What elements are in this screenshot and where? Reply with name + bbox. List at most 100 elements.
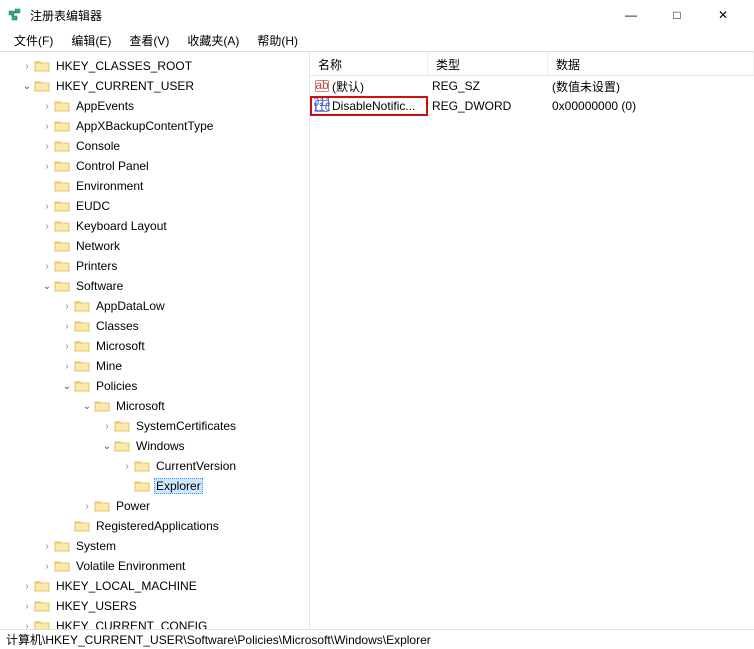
tree-item-eudc[interactable]: › EUDC [0, 196, 309, 216]
tree-item-software[interactable]: ⌄Software [0, 276, 309, 296]
tree-item-hklm[interactable]: ›HKEY_LOCAL_MACHINE [0, 576, 309, 596]
value-name-cell: ab(默认) [310, 78, 428, 95]
tree-item-environment[interactable]: Environment [0, 176, 309, 196]
value-name: (默认) [332, 78, 364, 95]
chevron-down-icon[interactable]: ⌄ [20, 81, 34, 92]
tree-item-appdatalow[interactable]: ›AppDataLow [0, 296, 309, 316]
tree-item-label: Classes [94, 318, 141, 334]
folder-icon [134, 459, 150, 473]
tree-item-classes[interactable]: › Classes [0, 316, 309, 336]
chevron-right-icon[interactable]: › [60, 361, 74, 372]
chevron-down-icon[interactable]: ⌄ [80, 401, 94, 412]
tree-item-keyboard[interactable]: ›Keyboard Layout [0, 216, 309, 236]
tree-item-label: EUDC [74, 198, 112, 214]
tree-item-label: RegisteredApplications [94, 518, 221, 534]
folder-icon [74, 339, 90, 353]
tree-item-microsoft[interactable]: ›Microsoft [0, 336, 309, 356]
tree-item-label: Environment [74, 178, 145, 194]
chevron-right-icon[interactable]: › [40, 221, 54, 232]
chevron-right-icon[interactable]: › [40, 161, 54, 172]
chevron-right-icon[interactable]: › [100, 421, 114, 432]
tree-item-hku[interactable]: ›HKEY_USERS [0, 596, 309, 616]
folder-icon [74, 299, 90, 313]
chevron-right-icon[interactable]: › [20, 621, 34, 630]
column-type[interactable]: 类型 [428, 52, 548, 75]
chevron-right-icon[interactable]: › [20, 601, 34, 612]
chevron-right-icon[interactable]: › [60, 341, 74, 352]
window-title: 注册表编辑器 [30, 7, 608, 24]
folder-icon [94, 499, 110, 513]
tree-item-hkcr[interactable]: › HKEY_CLASSES_ROOT [0, 56, 309, 76]
folder-icon [74, 319, 90, 333]
tree-item-controlpanel[interactable]: › Control Panel [0, 156, 309, 176]
menu-edit[interactable]: 编辑(E) [63, 30, 119, 51]
chevron-right-icon[interactable]: › [40, 541, 54, 552]
value-type: REG_SZ [428, 79, 548, 93]
chevron-right-icon[interactable]: › [40, 201, 54, 212]
tree-item-explorer[interactable]: Explorer [0, 476, 309, 496]
tree-item-label: Power [114, 498, 152, 514]
tree-item-mine[interactable]: ›Mine [0, 356, 309, 376]
folder-icon [114, 439, 130, 453]
chevron-right-icon[interactable]: › [20, 61, 34, 72]
tree-item-policies[interactable]: ⌄Policies [0, 376, 309, 396]
chevron-right-icon[interactable]: › [40, 101, 54, 112]
tree-item-volenv[interactable]: ›Volatile Environment [0, 556, 309, 576]
folder-icon [134, 479, 150, 493]
chevron-down-icon[interactable]: ⌄ [60, 381, 74, 392]
reg-string-icon: ab [314, 78, 330, 94]
chevron-right-icon[interactable]: › [20, 581, 34, 592]
folder-icon [34, 599, 50, 613]
tree-item-printers[interactable]: ›Printers [0, 256, 309, 276]
tree-item-currentversion[interactable]: › CurrentVersion [0, 456, 309, 476]
menu-file[interactable]: 文件(F) [6, 30, 61, 51]
tree-item-hkcu[interactable]: ⌄HKEY_CURRENT_USER [0, 76, 309, 96]
menu-help[interactable]: 帮助(H) [249, 30, 306, 51]
tree-item-windows[interactable]: ⌄Windows [0, 436, 309, 456]
column-data[interactable]: 数据 [548, 52, 754, 75]
svg-text:110: 110 [314, 100, 330, 114]
tree-item-system[interactable]: ›System [0, 536, 309, 556]
chevron-right-icon[interactable]: › [120, 461, 134, 472]
folder-icon [54, 539, 70, 553]
chevron-right-icon[interactable]: › [60, 321, 74, 332]
value-data: (数值未设置) [548, 78, 754, 95]
tree-item-label: AppEvents [74, 98, 136, 114]
column-name[interactable]: 名称 [310, 52, 428, 75]
chevron-right-icon[interactable]: › [40, 261, 54, 272]
tree-item-hkcc[interactable]: ›HKEY_CURRENT_CONFIG [0, 616, 309, 629]
menu-favorites[interactable]: 收藏夹(A) [179, 30, 247, 51]
chevron-down-icon[interactable]: ⌄ [40, 281, 54, 292]
minimize-button[interactable]: — [608, 0, 654, 30]
tree-item-appxbackup[interactable]: ›AppXBackupContentType [0, 116, 309, 136]
tree-item-power[interactable]: › Power [0, 496, 309, 516]
chevron-right-icon[interactable]: › [60, 301, 74, 312]
chevron-right-icon[interactable]: › [40, 561, 54, 572]
titlebar: 注册表编辑器 — □ ✕ [0, 0, 754, 30]
value-row[interactable]: 011110DisableNotific...REG_DWORD0x000000… [310, 96, 754, 116]
values-panel: 名称 类型 数据 ab(默认)REG_SZ(数值未设置)011110Disabl… [310, 52, 754, 629]
chevron-down-icon[interactable]: ⌄ [100, 441, 114, 452]
tree-item-regapps[interactable]: RegisteredApplications [0, 516, 309, 536]
chevron-right-icon[interactable]: › [40, 141, 54, 152]
tree-item-syscerts[interactable]: ›SystemCertificates [0, 416, 309, 436]
reg-binary-icon: 011110 [314, 98, 330, 114]
folder-icon [54, 559, 70, 573]
value-row[interactable]: ab(默认)REG_SZ(数值未设置) [310, 76, 754, 96]
tree-panel[interactable]: ›HKEY_CLASSES_ROOT⌄HKEY_CURRENT_USER›App… [0, 52, 310, 629]
app-icon [8, 7, 24, 23]
tree-item-appevents[interactable]: › AppEvents [0, 96, 309, 116]
tree-item-network[interactable]: Network [0, 236, 309, 256]
tree-item-console[interactable]: ›Console [0, 136, 309, 156]
content-area: ›HKEY_CLASSES_ROOT⌄HKEY_CURRENT_USER›App… [0, 52, 754, 629]
maximize-button[interactable]: □ [654, 0, 700, 30]
chevron-right-icon[interactable]: › [80, 501, 94, 512]
tree-item-label: HKEY_CLASSES_ROOT [54, 58, 194, 74]
tree-item-label: Control Panel [74, 158, 151, 174]
chevron-right-icon[interactable]: › [40, 121, 54, 132]
close-button[interactable]: ✕ [700, 0, 746, 30]
tree-item-label: CurrentVersion [154, 458, 238, 474]
menu-view[interactable]: 查看(V) [121, 30, 177, 51]
tree-item-policies_ms[interactable]: ⌄Microsoft [0, 396, 309, 416]
folder-icon [54, 179, 70, 193]
